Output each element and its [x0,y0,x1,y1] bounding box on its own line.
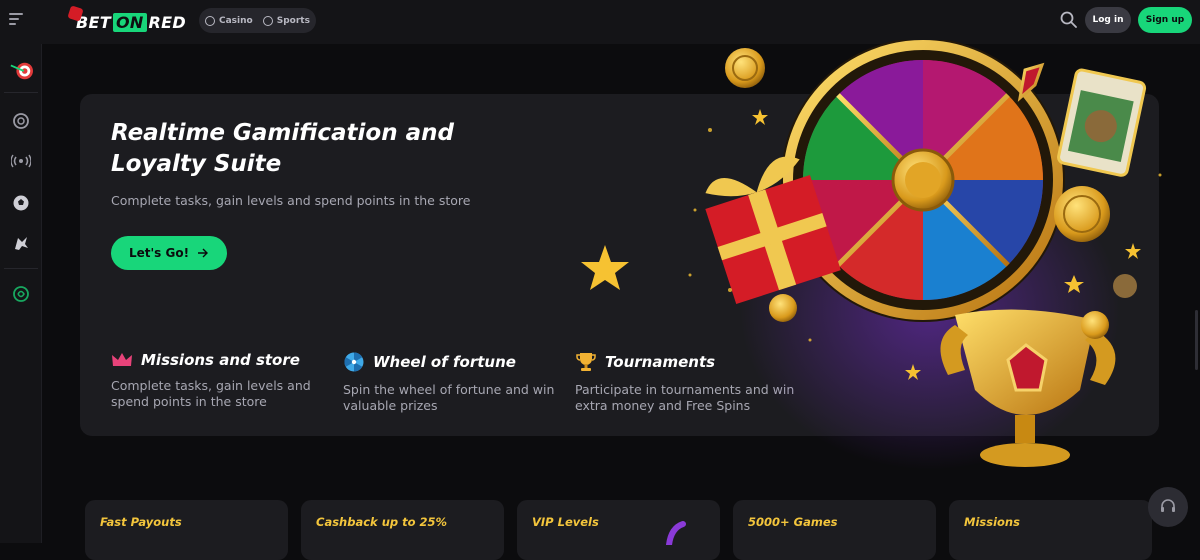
page-scrollbar[interactable] [1195,310,1198,370]
brand-logo[interactable]: BET ON RED [66,5,186,37]
feature-title: Tournaments [605,353,716,371]
tab-sports[interactable]: Sports [262,15,310,26]
top-bar: BET ON RED Casino Sports Log in Sign up [0,0,1200,44]
tab-sports-label: Sports [276,15,310,26]
lets-go-label: Let's Go! [128,246,190,260]
login-button[interactable]: Log in [1085,7,1131,33]
vip-decoration-icon [666,521,686,545]
trophy-icon [576,353,596,371]
feature-missions: Missions and store Complete tasks, gain … [111,351,331,410]
feature-desc: Spin the wheel of fortune and win valuab… [343,382,555,413]
soccer-ball-icon [262,15,273,26]
sidebar-divider [4,92,38,93]
support-chat-button[interactable] [1148,487,1188,527]
logo-text-on: ON [112,12,147,32]
search-icon[interactable] [1060,11,1077,28]
hero-title: Realtime Gamification and Loyalty Suite [111,120,454,177]
lets-go-button[interactable]: Let's Go! [111,236,227,270]
sidebar-divider [4,268,38,269]
feature-card-label: Missions [964,515,1020,529]
feature-title: Wheel of fortune [373,353,516,371]
top-nav: Casino Sports [199,8,316,33]
feature-card-missions[interactable]: Missions [949,500,1152,560]
casino-chip-icon [205,15,215,26]
arrow-right-icon [198,248,209,258]
sidebar-item-esports[interactable] [9,231,33,255]
feature-title: Missions and store [141,351,300,369]
headset-icon [1161,499,1175,512]
feature-card-label: Fast Payouts [100,515,182,529]
feature-desc: Participate in tournaments and win extra… [575,382,795,413]
crown-icon [112,353,132,366]
feature-card-vip-levels[interactable]: VIP Levels [517,500,720,560]
logo-text-red: RED [148,12,186,32]
sidebar-item-casino[interactable] [9,109,33,133]
sidebar-item-promotions[interactable] [9,59,33,83]
live-broadcast-icon [11,154,31,168]
feature-wheel: Wheel of fortune Spin the wheel of fortu… [343,351,563,414]
dart-target-icon [10,62,33,80]
feature-card-games[interactable]: 5000+ Games [733,500,936,560]
feature-desc: Complete tasks, gain levels and spend po… [111,378,311,409]
esports-icon [15,237,28,250]
feature-tournaments: Tournaments Participate in tournaments a… [575,351,795,414]
signup-button[interactable]: Sign up [1138,7,1192,33]
sidebar [0,44,42,543]
feature-card-label: 5000+ Games [748,515,838,529]
sidebar-item-sports[interactable] [9,191,33,215]
tab-casino[interactable]: Casino [205,15,253,26]
casino-chip-icon [13,113,29,129]
feature-card-fast-payouts[interactable]: Fast Payouts [85,500,288,560]
feature-card-label: VIP Levels [532,515,599,529]
feature-card-label: Cashback up to 25% [316,515,448,529]
wheel-icon [344,352,364,372]
hero-subtitle: Complete tasks, gain levels and spend po… [111,193,471,208]
hero-card: Realtime Gamification and Loyalty Suite … [80,94,1159,436]
feature-card-cashback[interactable]: Cashback up to 25% [301,500,504,560]
tab-casino-label: Casino [219,15,253,26]
green-swirl-icon [13,286,29,302]
sidebar-item-live[interactable] [9,149,33,173]
sidebar-item-special[interactable] [9,282,33,306]
hamburger-menu-icon[interactable] [9,13,25,27]
soccer-ball-icon [13,195,29,211]
